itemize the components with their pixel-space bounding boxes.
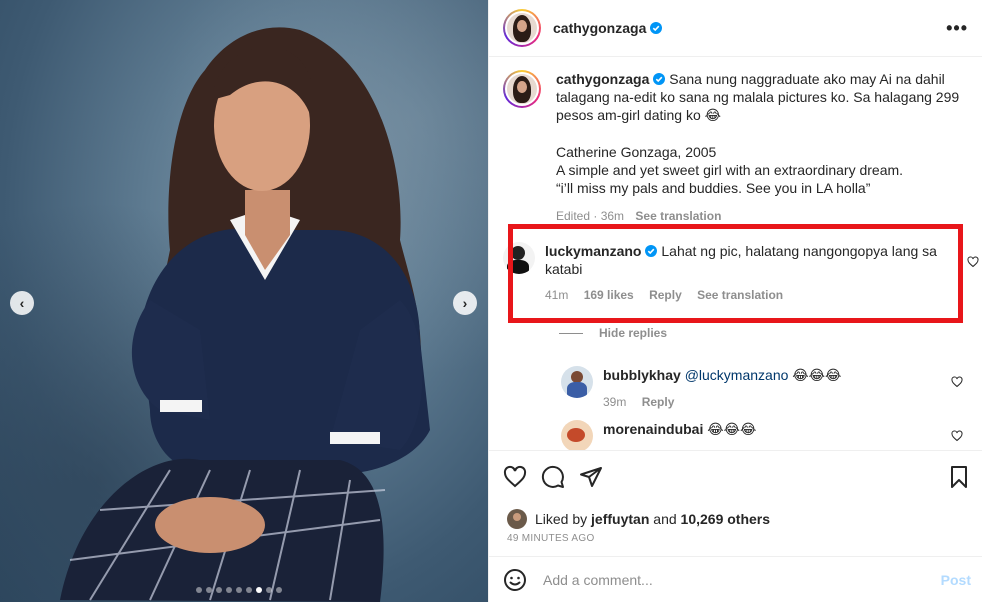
caption-paragraph-line: Catherine Gonzaga, 2005	[556, 144, 717, 160]
like-reply-heart-icon[interactable]	[951, 430, 963, 442]
carousel-dot-active	[256, 587, 262, 593]
laughing-emoji: 😂😂😂	[792, 368, 842, 384]
reply-reply-button[interactable]: Reply	[642, 395, 675, 409]
carousel-dot	[196, 587, 202, 593]
comments-list[interactable]: cathygonzaga Sana nung naggraduate ako m…	[489, 58, 982, 450]
like-heart-icon[interactable]	[503, 465, 527, 489]
reply-time: 39m	[603, 395, 627, 409]
instagram-post-view: ‹ › cathygonzaga ••• cathygonzaga Sana n…	[0, 0, 982, 602]
hide-replies-toggle[interactable]: Hide replies	[559, 326, 667, 340]
liker-username[interactable]: jeffuytan	[591, 511, 649, 527]
verified-badge-icon	[650, 22, 663, 34]
caption-username[interactable]: cathygonzaga	[556, 71, 649, 87]
caption-author-avatar[interactable]	[503, 70, 541, 108]
caption-paragraph-line: “i’ll miss my pals and buddies. See you …	[556, 180, 871, 196]
person-photo-illustration	[60, 27, 430, 602]
carousel-next-button[interactable]: ›	[453, 291, 477, 315]
chevron-right-icon: ›	[462, 295, 468, 311]
reply-bubblykhay: bubblykhay @luckymanzano 😂😂😂 39m Reply	[561, 366, 971, 411]
carousel-prev-button[interactable]: ‹	[10, 291, 34, 315]
replier-avatar[interactable]	[561, 420, 593, 450]
caption-paragraph-line: A simple and yet sweet girl with an extr…	[556, 162, 904, 178]
comment-input[interactable]	[543, 571, 923, 588]
carousel-dot	[206, 587, 212, 593]
likes-count[interactable]: 10,269 others	[681, 511, 771, 527]
caption-see-translation[interactable]: See translation	[635, 209, 721, 223]
like-reply-heart-icon[interactable]	[951, 376, 963, 388]
post-comment-button[interactable]: Post	[941, 572, 971, 588]
liker-avatar	[507, 509, 527, 529]
reply-mention[interactable]: @luckymanzano	[685, 367, 789, 383]
post-side-panel: cathygonzaga ••• cathygonzaga Sana nung …	[488, 0, 982, 602]
carousel-dot	[246, 587, 252, 593]
chevron-left-icon: ‹	[19, 295, 25, 311]
caption-text: cathygonzaga Sana nung naggraduate ako m…	[556, 71, 960, 124]
replier-username[interactable]: bubblykhay	[603, 367, 681, 383]
carousel-dot	[266, 587, 272, 593]
laughing-emoji: 😂😂😂	[707, 422, 757, 438]
verified-badge-icon	[653, 73, 666, 85]
add-comment-bar: Post	[489, 556, 982, 602]
author-username[interactable]: cathygonzaga	[553, 20, 663, 36]
post-actions: Liked by jeffuytan and 10,269 others 49 …	[489, 450, 982, 556]
carousel-dots	[196, 587, 282, 593]
carousel-dot	[216, 587, 222, 593]
laughing-emoji: 😂	[704, 108, 721, 124]
liked-by-summary[interactable]: Liked by jeffuytan and 10,269 others	[507, 509, 770, 529]
carousel-dot	[236, 587, 242, 593]
post-caption: cathygonzaga Sana nung naggraduate ako m…	[503, 70, 963, 225]
replier-username[interactable]: morenaindubai	[603, 421, 703, 437]
bookmark-icon[interactable]	[947, 465, 971, 489]
red-highlight-box	[508, 224, 963, 323]
carousel-dot	[226, 587, 232, 593]
emoji-smiley-icon[interactable]	[503, 568, 527, 592]
more-options-icon[interactable]: •••	[946, 18, 968, 39]
post-header: cathygonzaga •••	[489, 0, 982, 57]
replier-avatar[interactable]	[561, 366, 593, 398]
caption-edited-time: Edited · 36m	[556, 209, 625, 223]
author-avatar[interactable]	[503, 9, 541, 47]
comment-bubble-icon[interactable]	[541, 465, 565, 489]
carousel-dot	[276, 587, 282, 593]
post-photo: ‹ ›	[0, 0, 488, 602]
share-paper-plane-icon[interactable]	[579, 465, 603, 489]
reply-morenaindubai: morenaindubai 😂😂😂	[561, 420, 971, 450]
post-timestamp[interactable]: 49 MINUTES AGO	[507, 533, 595, 544]
like-comment-heart-icon[interactable]	[967, 256, 979, 268]
